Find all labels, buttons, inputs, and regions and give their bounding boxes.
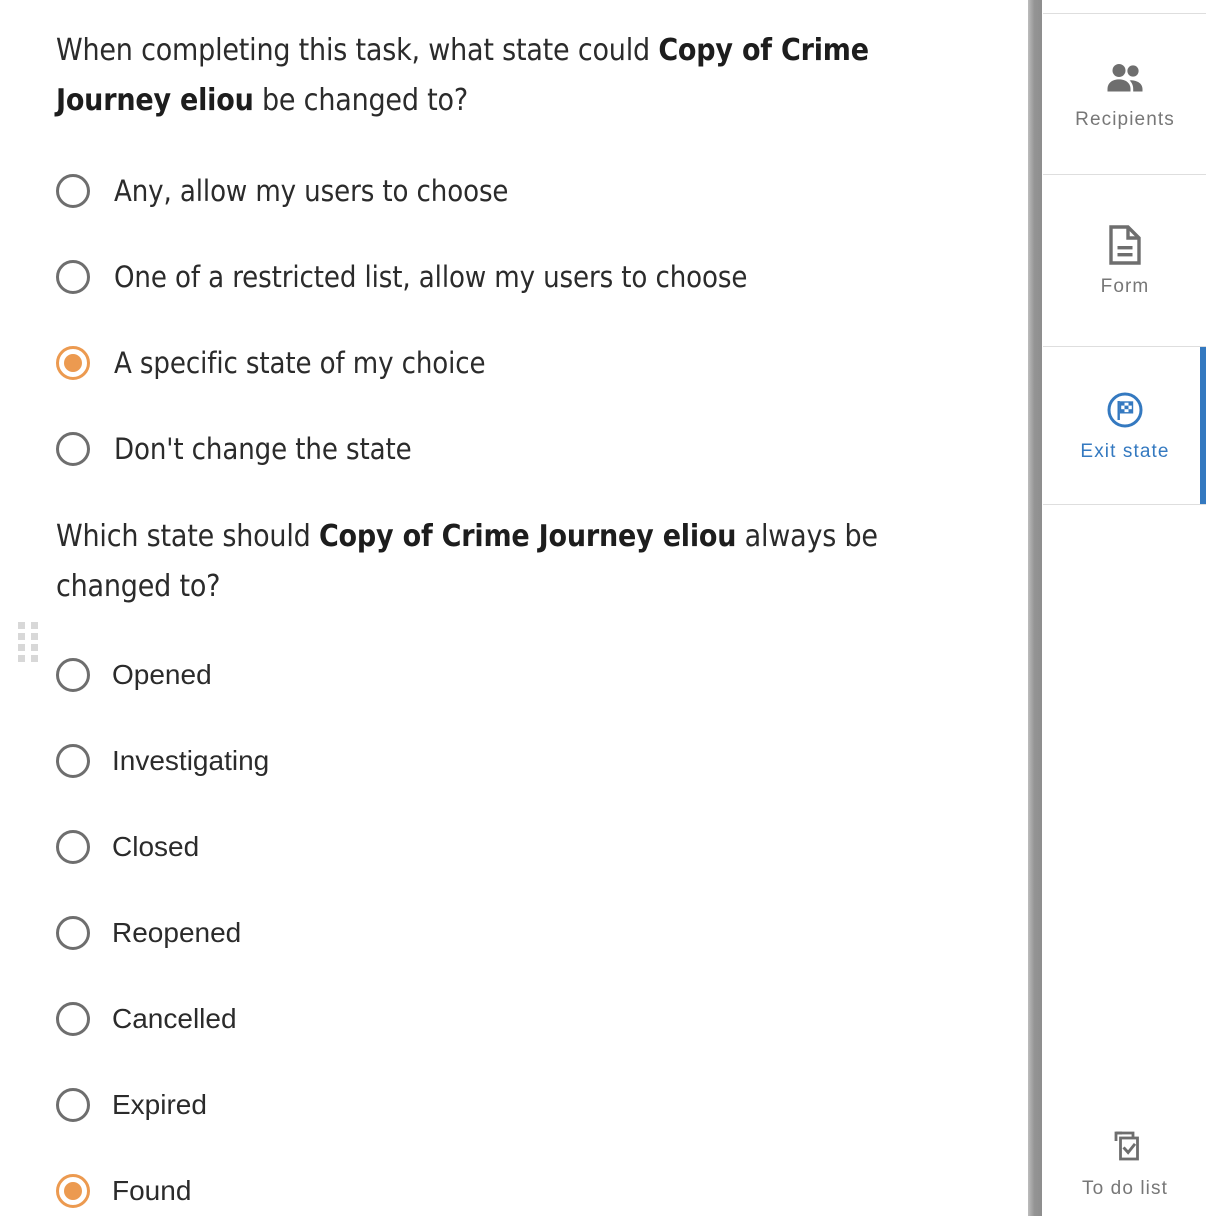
radio-button-selected[interactable] [56,346,90,380]
document-icon [1108,224,1142,266]
radio-button[interactable] [56,658,90,692]
form-editor-screen: When completing this task, what state co… [0,0,1206,1216]
radio-option-q2-0[interactable]: Opened [56,632,556,718]
people-icon [1106,57,1144,99]
drag-dot [18,655,25,662]
radio-option-label: Don't change the state [114,432,412,466]
radio-button[interactable] [56,830,90,864]
radio-option-q2-1[interactable]: Investigating [56,718,556,804]
drag-dot [31,644,38,651]
radio-button[interactable] [56,1002,90,1036]
radio-option-q2-5[interactable]: Expired [56,1062,556,1148]
sidebar-item-recipients[interactable]: Recipients [1043,14,1206,174]
vertical-scrollbar[interactable] [1028,0,1042,1216]
radio-button[interactable] [56,916,90,950]
radio-option-label: One of a restricted list, allow my users… [114,260,748,294]
heading-text: Which state should [56,519,319,554]
radio-option-label: Cancelled [112,1003,237,1034]
radio-button-selected[interactable] [56,1174,90,1208]
drag-dot [31,655,38,662]
radio-button[interactable] [56,744,90,778]
vertical-scrollbar-thumb[interactable] [1028,0,1042,1216]
heading-text: be changed to? [253,83,468,118]
radio-option-q2-6[interactable]: Found [56,1148,556,1216]
drag-dot [18,644,25,651]
heading-text: When completing this task, what state co… [56,33,659,68]
right-icon-rail: Recipients Form Exit state To do list [1042,0,1206,1216]
sidebar-item-form[interactable]: Form [1043,175,1206,346]
checklist-copy-icon [1107,1126,1143,1168]
radio-option-label: Reopened [112,917,242,948]
question-1-options: Any, allow my users to choose One of a re… [56,148,986,492]
sidebar-item-label: Exit state [1080,440,1170,462]
form-content-pane: When completing this task, what state co… [0,0,1028,1216]
drag-dot [31,622,38,629]
radio-option-label: Closed [112,831,200,862]
radio-option-label: Opened [112,659,212,690]
radio-option-q1-1[interactable]: One of a restricted list, allow my users… [56,234,986,320]
radio-option-q2-2[interactable]: Closed [56,804,556,890]
drag-dot [31,633,38,640]
radio-button[interactable] [56,174,90,208]
radio-option-q1-0[interactable]: Any, allow my users to choose [56,148,986,234]
drag-dots-icon[interactable] [18,622,40,668]
rail-spacer [1043,505,1206,1110]
sidebar-item-label: Form [1100,275,1150,297]
heading-emphasis: Copy of Crime Journey eliou [318,519,737,554]
radio-option-q2-3[interactable]: Reopened [56,890,556,976]
radio-option-q1-3[interactable]: Don't change the state [56,406,986,492]
sidebar-item-exit-state[interactable]: Exit state [1043,347,1206,504]
sidebar-item-to-do-list[interactable]: To do list [1043,1110,1206,1216]
sidebar-item-label: Recipients [1075,109,1175,130]
sidebar-item-label: To do list [1082,1178,1168,1199]
radio-option-label: Expired [112,1089,207,1120]
radio-button[interactable] [56,1088,90,1122]
question-2-heading: Which state should Copy of Crime Journey… [56,512,936,612]
radio-option-label: Found [112,1175,192,1206]
radio-option-label: Investigating [112,745,270,776]
radio-option-q2-4[interactable]: Cancelled [56,976,556,1062]
question-1-heading: When completing this task, what state co… [56,26,946,126]
radio-option-label: Any, allow my users to choose [114,174,509,208]
radio-option-q1-2[interactable]: A specific state of my choice [56,320,986,406]
question-2-options: Opened Investigating Closed Reopened Cancell… [56,632,556,1216]
drag-dot [18,633,25,640]
checkered-flag-circle-icon [1106,389,1144,431]
radio-button[interactable] [56,432,90,466]
drag-dot [18,622,25,629]
radio-button[interactable] [56,260,90,294]
rail-top-gap [1043,0,1206,13]
radio-option-label: A specific state of my choice [114,346,486,380]
